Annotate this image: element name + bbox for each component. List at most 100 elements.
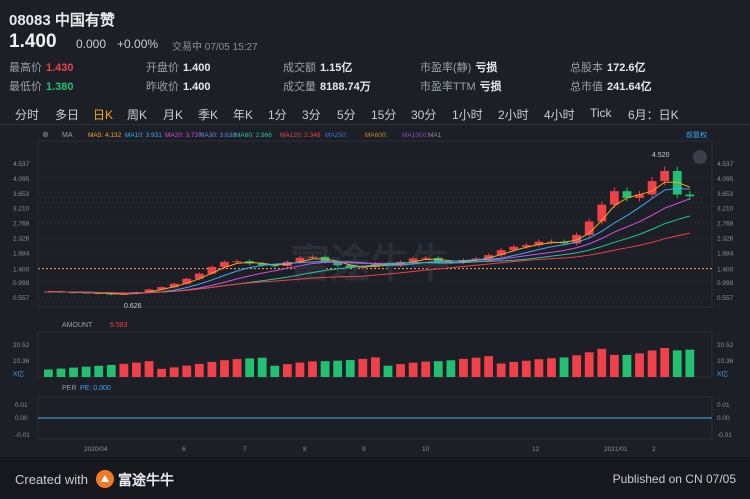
tab-12[interactable]: 1小时 (452, 106, 483, 123)
tab-8[interactable]: 3分 (302, 106, 321, 123)
kline-chart[interactable]: MA MA5: 4.132 MA10: 3.931 MA20: 3.737 MA30: … (0, 127, 750, 455)
amount-bar-34 (471, 357, 481, 377)
tab-14[interactable]: 4小时 (544, 106, 575, 123)
x-label-6: 12 (532, 446, 540, 453)
candle-body-51 (685, 194, 695, 197)
tab-7[interactable]: 1分 (268, 106, 287, 123)
quote-header: 08083 中国有赞 1.400 0.000 +0.00% 交易中 07/05 … (0, 0, 750, 100)
stat-9: 总市值 241.64亿 (570, 78, 652, 94)
tab-4[interactable]: 月K (163, 106, 183, 123)
amount-tick-1: 10.36 (13, 358, 30, 365)
amount-bar-23 (333, 360, 343, 377)
per-tick-right-1: 0.00 (717, 415, 730, 422)
created-with: Created with (15, 472, 88, 487)
candle-body-44 (597, 204, 607, 222)
stat-4: 总股本 172.6亿 (570, 59, 646, 75)
amount-bar-50 (672, 350, 682, 377)
y-tick-right-3: 3.210 (717, 206, 734, 213)
stock-title: 08083 中国有赞 (9, 12, 115, 29)
stat-value: 172.6亿 (607, 62, 646, 74)
x-label-5: 10 (422, 446, 430, 453)
amount-bar-10 (169, 367, 179, 377)
stat-value: 亏损 (479, 81, 502, 93)
amount-bar-42 (572, 355, 582, 377)
ma-legend-5: MA120: 2.348 (280, 132, 321, 139)
stat-key: 最高价 (9, 62, 42, 74)
brand-name: 富途牛牛 (118, 472, 174, 488)
stat-value: 1.400 (183, 81, 211, 93)
tab-9[interactable]: 5分 (337, 106, 356, 123)
amount-bar-6 (119, 363, 129, 377)
tab-10[interactable]: 15分 (371, 106, 396, 123)
amount-bar-35 (484, 356, 493, 377)
tab-13[interactable]: 2小时 (498, 106, 529, 123)
amount-bar-36 (496, 363, 506, 377)
amount-bar-20 (295, 362, 305, 377)
y-tick-left-0: 4.537 (13, 161, 30, 168)
amount-bar-4 (94, 365, 104, 377)
y-tick-right-9: 0.557 (717, 295, 734, 302)
amount-tick-0: 20.52 (13, 342, 30, 349)
tab-6[interactable]: 年K (233, 106, 253, 123)
amount-bar-13 (207, 361, 217, 377)
tab-16[interactable]: 6月：日K (628, 106, 679, 123)
collapse-icon: ⊗ (42, 130, 49, 139)
amount-bar-49 (660, 347, 670, 377)
trading-status: 交易中 07/05 15:27 (172, 42, 258, 53)
candle-body-21 (308, 256, 317, 258)
amount-bar-44 (597, 348, 607, 377)
amount-bar-21 (308, 361, 317, 377)
tab-2[interactable]: 日K (93, 106, 113, 123)
amount-bar-28 (396, 364, 405, 377)
ma-legend-7: MA600: (365, 132, 388, 139)
per-tick-left-2: -0.01 (15, 432, 30, 439)
x-label-4: 9 (362, 446, 366, 453)
amount-bar-3 (81, 366, 91, 377)
stat-value: 1.400 (183, 62, 211, 74)
x-label-8: 2 (652, 446, 656, 453)
amount-bar-45 (609, 354, 619, 377)
y-tick-right-1: 4.095 (717, 176, 734, 183)
candle-body-48 (647, 181, 657, 195)
stat-6: 昨收价 1.400 (146, 78, 211, 94)
amount-bar-22 (320, 361, 330, 377)
amount-unit-left: X亿 (13, 369, 24, 378)
amount-bar-40 (547, 358, 556, 377)
tab-0[interactable]: 分时 (15, 106, 39, 123)
candle-body-50 (672, 170, 682, 195)
tab-3[interactable]: 周K (127, 106, 147, 123)
candle-body-49 (660, 170, 670, 182)
y-tick-left-3: 3.210 (13, 206, 30, 213)
y-tick-left-8: 0.999 (13, 280, 30, 287)
amount-bar-7 (132, 362, 141, 377)
y-tick-left-4: 2.768 (13, 221, 30, 228)
published-date: Published on CN 07/05 (612, 472, 736, 486)
price-change: 0.000 (76, 37, 107, 51)
amount-tick-right-0: 20.52 (717, 342, 734, 349)
stat-key: 最低价 (9, 81, 42, 93)
amount-bar-17 (257, 357, 267, 377)
ma-legend-4: MA60: 2.966 (235, 132, 272, 139)
amount-bar-2 (69, 367, 78, 377)
tab-11[interactable]: 30分 (411, 106, 436, 123)
stat-2: 成交额 1.15亿 (283, 59, 352, 75)
amount-bar-43 (584, 352, 594, 377)
kline-svg[interactable]: MA MA5: 4.132 MA10: 3.931 MA20: 3.737MA30: … (0, 127, 750, 455)
y-tick-left-5: 2.326 (13, 235, 30, 242)
high-label: 4.520 (652, 152, 670, 159)
y-tick-right-2: 3.653 (717, 191, 734, 198)
amount-bar-18 (270, 365, 280, 377)
amount-bar-47 (635, 353, 644, 377)
y-tick-right-4: 2.768 (717, 221, 734, 228)
tab-15[interactable]: Tick (590, 106, 612, 120)
stat-value: 亏损 (475, 62, 498, 74)
tab-5[interactable]: 季K (198, 106, 218, 123)
amount-bar-5 (106, 364, 116, 377)
tab-1[interactable]: 多日 (55, 106, 79, 123)
x-label-1: 6 (182, 446, 186, 453)
x-label-7: 2021/01 (604, 446, 628, 453)
expand-icon (693, 150, 707, 164)
x-label-0: 2020/04 (84, 446, 108, 453)
period-tabs: 分时 多日 日K 周K 月K 季K 年K 1分 3分 5分 15分 30分 1小时 2小时 4小时 Tick 6… (0, 103, 750, 125)
stat-8: 市盈率TTM 亏损 (420, 78, 502, 94)
